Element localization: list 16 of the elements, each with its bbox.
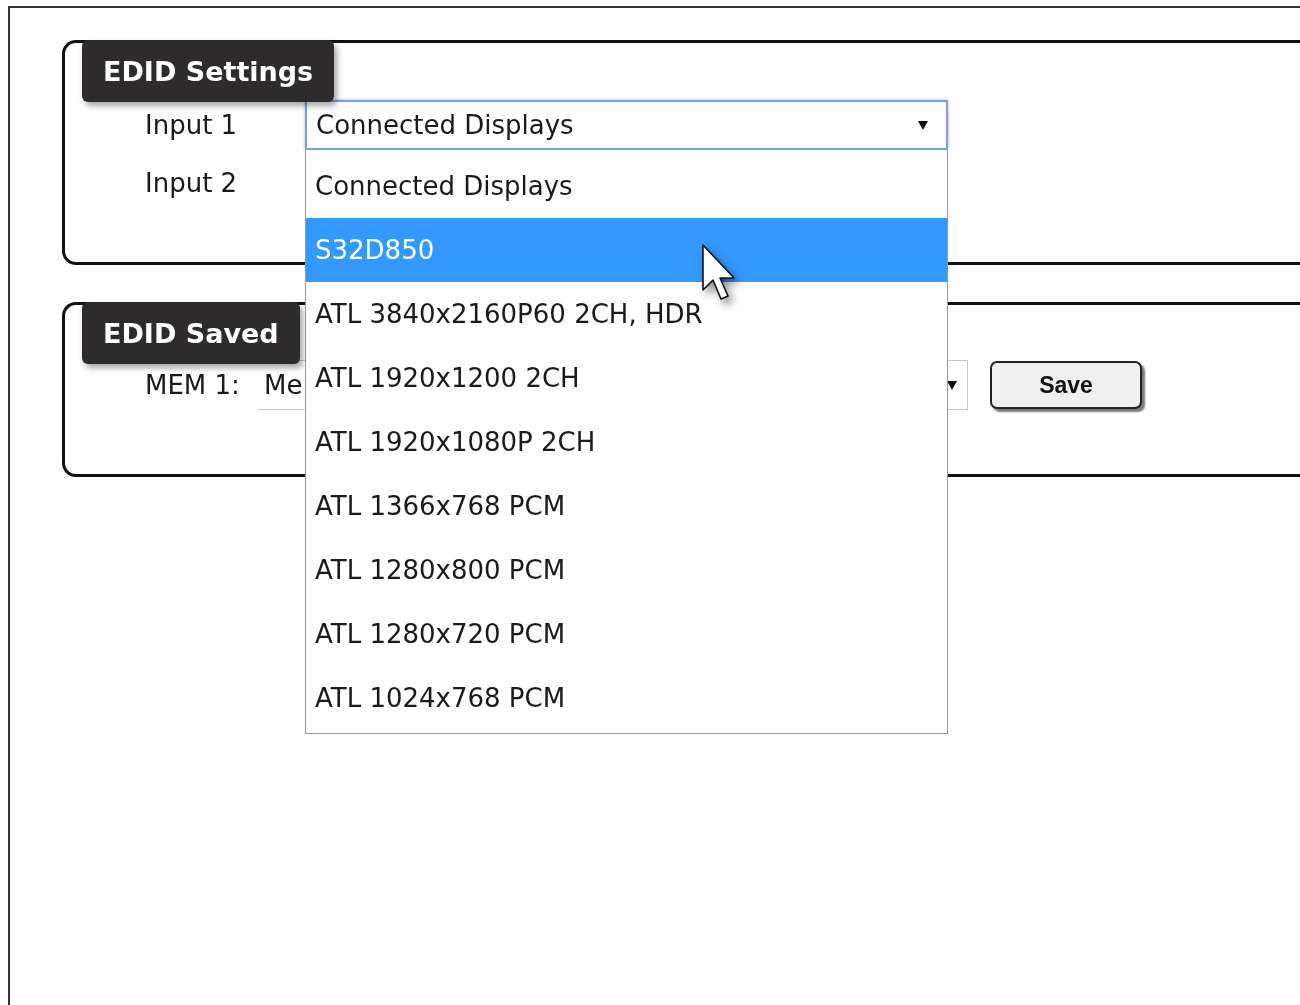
dropdown-option[interactable]: ATL 1280x800 PCM: [306, 538, 947, 602]
dropdown-option[interactable]: ATL 1920x1080P 2CH: [306, 410, 947, 474]
dropdown-option[interactable]: ATL 3840x2160P60 2CH, HDR: [306, 282, 947, 346]
dropdown-option[interactable]: ATL 1366x768 PCM: [306, 474, 947, 538]
caret-icon: [918, 120, 928, 130]
dropdown-option[interactable]: ATL 1920x1200 2CH: [306, 346, 947, 410]
dropdown-option[interactable]: ATL 1280x720 PCM: [306, 602, 947, 666]
dropdown-option[interactable]: Connected Displays: [306, 154, 947, 218]
dropdown-option[interactable]: ATL 1024x768 PCM: [306, 666, 947, 730]
input-label: Input 2: [145, 168, 239, 198]
section-title: EDID Saved: [82, 302, 300, 364]
section-title: EDID Settings: [82, 40, 335, 102]
input-label: Input 1: [145, 110, 239, 140]
save-button[interactable]: Save: [990, 361, 1142, 409]
memory-label: MEM 1:: [145, 370, 241, 400]
memory-select[interactable]: Me: [258, 360, 305, 410]
